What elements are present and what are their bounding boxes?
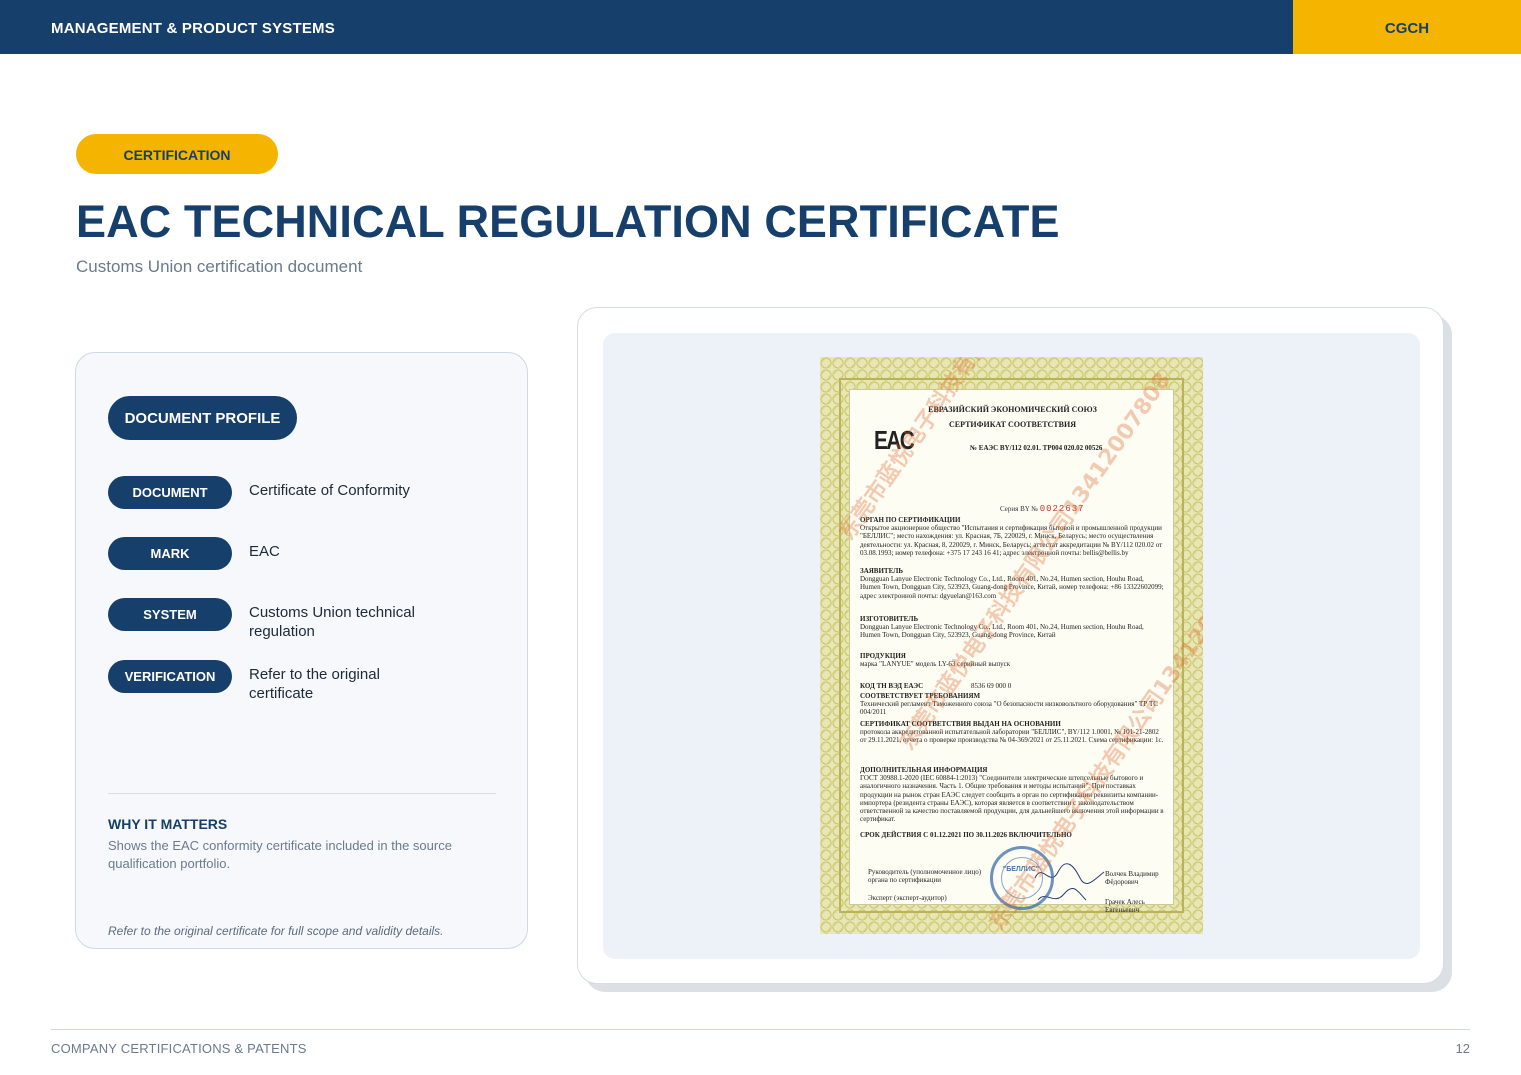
footer-label: COMPANY CERTIFICATIONS & PATENTS	[51, 1041, 307, 1056]
cert-section-applicant: ЗАЯВИТЕЛЬ Dongguan Lanyue Electronic Tec…	[860, 567, 1165, 600]
page-title: EAC TECHNICAL REGULATION CERTIFICATE	[76, 196, 1060, 247]
top-bar: MANAGEMENT & PRODUCT SYSTEMS CGCH	[0, 0, 1521, 54]
divider	[108, 793, 496, 794]
eac-mark: EAC	[874, 425, 915, 455]
section-heading: КОД ТН ВЭД ЕАЭС	[860, 682, 924, 690]
cert-expert-name: Грачек Алесь Евгеньевич	[1105, 898, 1145, 915]
stamp-ring	[1001, 857, 1043, 899]
section-text: Dongguan Lanyue Electronic Technology Co…	[860, 623, 1144, 640]
certificate-paper: EAC ЕВРАЗИЙСКИЙ ЭКОНОМИЧЕСКИЙ СОЮЗ СЕРТИ…	[849, 389, 1174, 914]
row-value: Customs Union technical regulation	[249, 604, 415, 640]
cert-head-label: Руководитель (уполномоченное лицо) орган…	[868, 868, 982, 885]
cert-section-product: ПРОДУКЦИЯ марка "LANYUE" модель LY-63 се…	[860, 652, 1165, 668]
cert-series: Серия BY № 0022637	[1000, 504, 1085, 514]
section-text: ГОСТ 30988.1-2020 (IEC 60884-1:2013) "Со…	[860, 774, 1164, 824]
cert-union: ЕВРАЗИЙСКИЙ ЭКОНОМИЧЕСКИЙ СОЮЗ	[928, 405, 1097, 414]
section-heading: ДОПОЛНИТЕЛЬНАЯ ИНФОРМАЦИЯ	[860, 766, 988, 774]
footer-divider	[51, 1029, 1470, 1030]
section-heading: ИЗГОТОВИТЕЛЬ	[860, 615, 919, 623]
stamp-text: "БЕЛЛИС"	[1002, 866, 1040, 873]
row-label: VERIFICATION	[108, 660, 232, 693]
certificate-image: EAC ЕВРАЗИЙСКИЙ ЭКОНОМИЧЕСКИЙ СОЮЗ СЕРТИ…	[820, 357, 1203, 934]
series-label: Серия BY №	[1000, 505, 1038, 513]
row-value: Refer to the original certificate	[249, 666, 380, 702]
certificate-backdrop: EAC ЕВРАЗИЙСКИЙ ЭКОНОМИЧЕСКИЙ СОЮЗ СЕРТИ…	[603, 333, 1420, 959]
row-value: Certificate of Conformity	[249, 482, 410, 499]
section-text: Технический регламент Таможенного союза …	[860, 700, 1158, 717]
profile-heading: DOCUMENT PROFILE	[108, 396, 297, 440]
section-heading: ПРОДУКЦИЯ	[860, 652, 906, 660]
section-text: марка "LANYUE" модель LY-63 серийный вып…	[860, 660, 1011, 669]
row-label: MARK	[108, 537, 232, 570]
document-profile-card: DOCUMENT PROFILE DOCUMENT Certificate of…	[75, 352, 528, 949]
certification-stamp: "БЕЛЛИС"	[990, 846, 1054, 910]
brand-label: CGCH	[1293, 0, 1521, 54]
footnote: Refer to the original certificate for fu…	[108, 924, 444, 938]
cert-number: № ЕАЭС BY/112 02.01. ТР004 020.02 00526	[970, 444, 1103, 452]
section-title: MANAGEMENT & PRODUCT SYSTEMS	[51, 20, 335, 37]
section-heading: ЗАЯВИТЕЛЬ	[860, 567, 904, 575]
row-label: SYSTEM	[108, 598, 232, 631]
section-heading: СООТВЕТСТВУЕТ ТРЕБОВАНИЯМ	[860, 692, 981, 700]
cert-validity: СРОК ДЕЙСТВИЯ С 01.12.2021 ПО 30.11.2026…	[860, 831, 1072, 839]
section-text: протокола аккредитованной испытательной …	[860, 728, 1164, 745]
cert-section-body: ОРГАН ПО СЕРТИФИКАЦИИ Открытое акционерн…	[860, 516, 1165, 557]
page-subtitle: Customs Union certification document	[76, 257, 363, 276]
cert-doc-type: СЕРТИФИКАТ СООТВЕТСТВИЯ	[949, 420, 1076, 429]
section-text: 8536 69 000 0	[970, 682, 1012, 690]
cert-section-code: КОД ТН ВЭД ЕАЭС 8536 69 000 0	[860, 682, 1165, 690]
cert-section-additional: ДОПОЛНИТЕЛЬНАЯ ИНФОРМАЦИЯ ГОСТ 30988.1-2…	[860, 766, 1165, 823]
section-text: Открытое акционерное общество "Испытания…	[860, 524, 1163, 557]
cert-section-basis: СЕРТИФИКАТ СООТВЕТСТВИЯ ВЫДАН НА ОСНОВАН…	[860, 720, 1165, 745]
row-label: DOCUMENT	[108, 476, 232, 509]
section-heading: ОРГАН ПО СЕРТИФИКАЦИИ	[860, 516, 961, 524]
section-heading: СЕРТИФИКАТ СООТВЕТСТВИЯ ВЫДАН НА ОСНОВАН…	[860, 720, 1061, 728]
cert-head-name: Волчек Владимир Фёдорович	[1105, 870, 1159, 887]
cert-section-requirements: СООТВЕТСТВУЕТ ТРЕБОВАНИЯМ Технический ре…	[860, 692, 1165, 717]
page-number: 12	[1455, 1041, 1470, 1056]
slide-page: MANAGEMENT & PRODUCT SYSTEMS CGCH CERTIF…	[0, 0, 1521, 1075]
cert-section-manufacturer: ИЗГОТОВИТЕЛЬ Dongguan Lanyue Electronic …	[860, 615, 1165, 640]
certificate-frame: EAC ЕВРАЗИЙСКИЙ ЭКОНОМИЧЕСКИЙ СОЮЗ СЕРТИ…	[577, 307, 1444, 984]
cert-expert-label: Эксперт (эксперт-аудитор)	[868, 894, 947, 902]
section-text: Dongguan Lanyue Electronic Technology Co…	[860, 575, 1164, 600]
why-it-matters-text: Shows the EAC conformity certificate inc…	[108, 838, 452, 871]
category-pill: CERTIFICATION	[76, 134, 278, 174]
row-value: EAC	[249, 543, 280, 560]
series-number: 0022637	[1039, 504, 1085, 514]
why-it-matters-heading: WHY IT MATTERS	[108, 816, 228, 832]
